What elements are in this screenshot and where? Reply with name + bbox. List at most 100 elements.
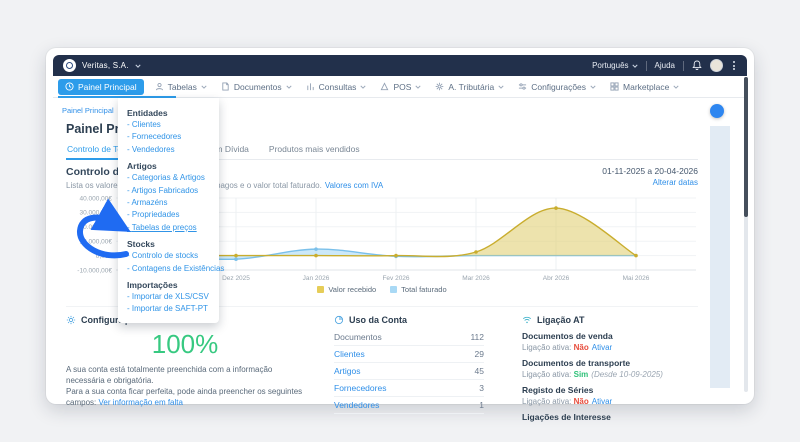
usage-link-clientes[interactable]: Clientes [334, 349, 365, 359]
menu-item-categorias-artigos[interactable]: Categorias & Artigos [127, 172, 210, 184]
people-icon [155, 82, 164, 91]
usage-row: Vendedores1 [334, 397, 484, 414]
company-selector[interactable]: Veritas, S.A. [63, 59, 141, 72]
x-tick-label: Mar 2026 [462, 275, 490, 282]
at-entry-name: Documentos de venda [522, 331, 698, 341]
status-note: (Desde 10-09-2025) [591, 370, 663, 379]
menu-item-contagens-de-existencias[interactable]: Contagens de Existências [127, 263, 210, 275]
nav-item-consultas[interactable]: Consultas [299, 79, 374, 95]
menu-item-importar-xls-csv[interactable]: Importar de XLS/CSV [127, 291, 210, 303]
grid-icon [610, 82, 619, 91]
menu-item-importar-saft-pt[interactable]: Importar de SAFT-PT [127, 303, 210, 315]
data-point[interactable] [634, 254, 638, 258]
ativar-link[interactable]: Ativar [592, 343, 612, 352]
data-point[interactable] [234, 254, 238, 258]
uso-da-conta-header: Uso da Conta [334, 315, 484, 325]
status-badge: Sim [574, 370, 589, 379]
topbar-right: Português Ajuda [592, 59, 737, 72]
main-nav: Painel Principal Tabelas Documentos Cons… [53, 76, 747, 98]
help-link[interactable]: Ajuda [655, 61, 675, 70]
nav-item-documentos[interactable]: Documentos [214, 79, 299, 95]
usage-link-artigos[interactable]: Artigos [334, 366, 360, 376]
clock-icon [65, 82, 74, 91]
user-avatar[interactable] [710, 59, 723, 72]
at-entry-name: Documentos de transporte [522, 358, 698, 368]
menu-item-controlo-de-stocks[interactable]: Controlo de stocks [127, 250, 210, 262]
usage-link-fornecedores[interactable]: Fornecedores [334, 383, 386, 393]
x-tick-label: Fev 2026 [382, 275, 409, 282]
x-tick-label: Abr 2026 [543, 275, 570, 282]
menu-item-vendedores[interactable]: Vendedores [127, 144, 210, 156]
menu-section-artigos: Artigos [127, 160, 210, 172]
chevron-down-icon [632, 63, 638, 69]
section-label: Ligação AT [537, 315, 585, 325]
status-label: Ligação ativa: [522, 343, 571, 352]
legend-swatch [390, 286, 397, 293]
at-entry-status: Ligação ativa: NãoAtivar [522, 397, 698, 406]
scrollbar-thumb[interactable] [744, 77, 748, 217]
usage-label: Documentos [334, 332, 382, 342]
menu-item-fornecedores[interactable]: Fornecedores [127, 131, 210, 143]
tax-authority-icon [435, 82, 444, 91]
menu-item-armazens[interactable]: Armazéns [127, 197, 210, 209]
ativar-link[interactable]: Ativar [592, 397, 612, 406]
floating-action-button[interactable] [710, 104, 724, 118]
data-point[interactable] [554, 206, 558, 210]
nav-label: Painel Principal [78, 82, 137, 92]
breadcrumb[interactable]: Painel Principal [62, 106, 114, 115]
chevron-down-icon [673, 84, 679, 90]
data-point[interactable] [474, 250, 478, 254]
usage-row: Artigos45 [334, 363, 484, 380]
status-badge: Não [574, 343, 589, 352]
valores-com-iva-link[interactable]: Valores com IVA [325, 181, 383, 190]
document-icon [221, 82, 230, 91]
nav-item-pos[interactable]: POS [373, 79, 428, 95]
menu-item-artigos-fabricados[interactable]: Artigos Fabricados [127, 185, 210, 197]
menu-item-clientes[interactable]: Clientes [127, 119, 210, 131]
language-selector[interactable]: Português [592, 61, 637, 70]
menu-item-tabelas-de-precos[interactable]: Tabelas de preços [127, 222, 210, 234]
side-strip [710, 126, 730, 388]
section-label: Uso da Conta [349, 315, 407, 325]
topbar: Veritas, S.A. Português Ajuda [53, 55, 747, 76]
chevron-down-icon [590, 84, 596, 90]
company-logo-icon [63, 59, 76, 72]
nav-item-painel-principal[interactable]: Painel Principal [58, 79, 144, 95]
usage-link-vendedores[interactable]: Vendedores [334, 400, 379, 410]
scrollbar-track[interactable] [744, 77, 748, 392]
legend-valor-recebido: Valor recebido [317, 285, 376, 294]
x-tick-label: Dez 2025 [222, 275, 250, 282]
chevron-down-icon [498, 84, 504, 90]
data-point[interactable] [314, 254, 318, 258]
data-point[interactable] [394, 254, 398, 258]
data-point[interactable] [234, 257, 238, 261]
alterar-datas-link[interactable]: Alterar datas [602, 178, 698, 187]
at-entry-status: Ligação ativa: Sim(Desde 10-09-2025) [522, 370, 698, 379]
tab-produtos-mais-vendidos[interactable]: Produtos mais vendidos [268, 141, 361, 159]
app-window: Veritas, S.A. Português Ajuda Painel Pri… [46, 48, 754, 404]
company-name: Veritas, S.A. [82, 61, 129, 70]
nav-label: A. Tributária [448, 82, 494, 92]
nav-item-a-tributaria[interactable]: A. Tributária [428, 79, 511, 95]
nav-label: Documentos [234, 82, 282, 92]
kebab-menu-icon[interactable] [731, 60, 737, 71]
ligacao-at-header: Ligação AT [522, 315, 698, 325]
y-tick-label: 20.000,00€ [79, 224, 112, 231]
menu-item-propriedades[interactable]: Propriedades [127, 209, 210, 221]
section-title: Controlo de Tesouraria [66, 166, 383, 178]
gear-icon [66, 315, 76, 325]
nav-item-tabelas[interactable]: Tabelas [148, 79, 214, 95]
ver-informacao-link[interactable]: Ver informação em falta [98, 398, 182, 407]
nav-label: Tabelas [168, 82, 197, 92]
nav-item-marketplace[interactable]: Marketplace [603, 79, 686, 95]
nav-label: Marketplace [623, 82, 669, 92]
divider [646, 61, 647, 71]
y-tick-label: 0,00€ [96, 253, 113, 260]
notifications-bell-icon[interactable] [692, 60, 702, 71]
date-block: 01-11-2025 a 20-04-2026 Alterar datas [602, 166, 698, 190]
wifi-icon [522, 315, 532, 325]
chevron-down-icon [360, 84, 366, 90]
nav-item-configuracoes[interactable]: Configurações [511, 79, 603, 95]
data-point[interactable] [314, 247, 318, 251]
nav-label: Configurações [531, 82, 586, 92]
